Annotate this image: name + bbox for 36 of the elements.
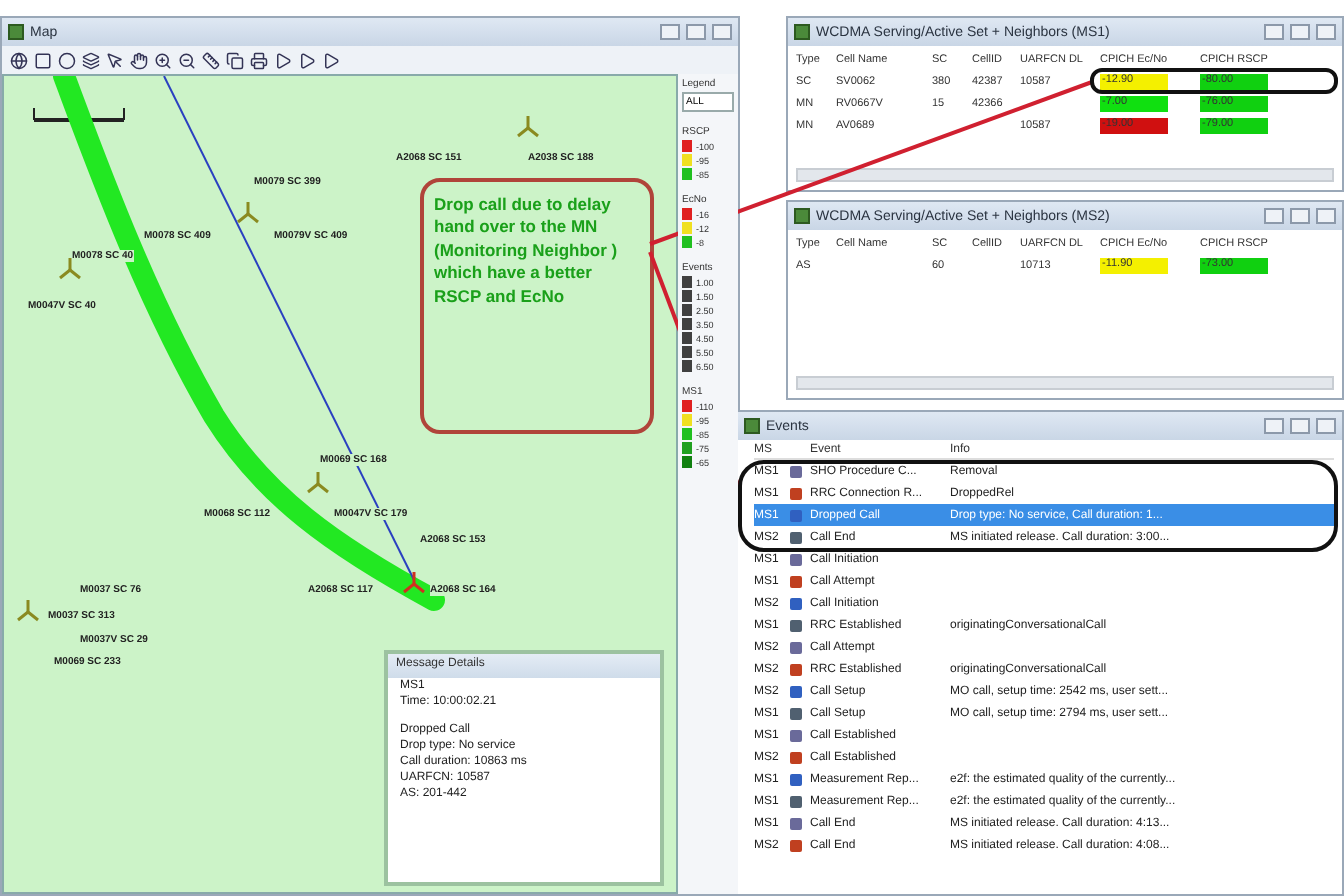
square-icon[interactable]	[34, 51, 52, 69]
pointer-icon[interactable]	[106, 51, 124, 69]
maximize-button[interactable]	[686, 24, 706, 40]
app-icon	[8, 24, 24, 40]
callout-note: Drop call due to delay hand over to the MN (Monitoring Neighbor ) which have a better RSCP and EcNo	[420, 178, 654, 434]
printer-icon[interactable]	[250, 51, 268, 69]
close-button[interactable]	[1316, 418, 1336, 434]
minimize-button[interactable]	[660, 24, 680, 40]
copy-icon[interactable]	[226, 51, 244, 69]
cell-site-icon	[17, 600, 39, 622]
app-icon	[744, 418, 760, 434]
maximize-button[interactable]	[1290, 24, 1310, 40]
close-button[interactable]	[1316, 24, 1336, 40]
zoom-out-icon[interactable]	[178, 51, 196, 69]
cell-site-icon	[403, 572, 425, 594]
app-icon	[794, 24, 810, 40]
app-icon	[794, 208, 810, 224]
maximize-button[interactable]	[1290, 208, 1310, 224]
close-button[interactable]	[1316, 208, 1336, 224]
close-button[interactable]	[712, 24, 732, 40]
circle-icon[interactable]	[58, 51, 76, 69]
cell-site-icon	[59, 258, 81, 280]
minimize-button[interactable]	[1264, 208, 1284, 224]
maximize-button[interactable]	[1290, 418, 1310, 434]
ruler-icon[interactable]	[202, 51, 220, 69]
cell-site-icon	[307, 472, 329, 494]
globe-icon[interactable]	[10, 51, 28, 69]
zoom-in-icon[interactable]	[154, 51, 172, 69]
hand-icon[interactable]	[130, 51, 148, 69]
cell-site-icon	[237, 202, 259, 224]
scrollbar[interactable]	[796, 168, 1334, 182]
minimize-button[interactable]	[1264, 24, 1284, 40]
layers-icon[interactable]	[82, 51, 100, 69]
cell-site-icon	[517, 116, 539, 138]
minimize-button[interactable]	[1264, 418, 1284, 434]
scrollbar[interactable]	[796, 376, 1334, 390]
